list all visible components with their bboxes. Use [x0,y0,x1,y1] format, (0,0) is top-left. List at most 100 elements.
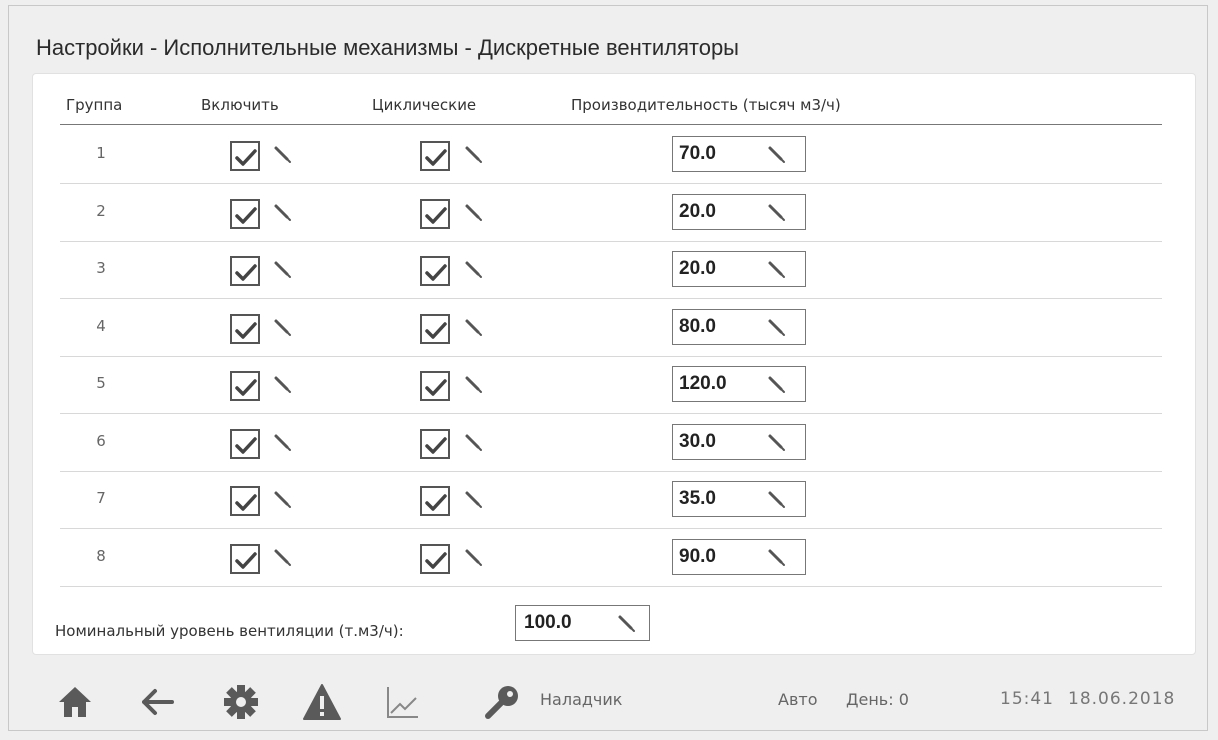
row-divider [60,585,1162,587]
key-icon[interactable] [484,684,520,720]
column-header-enable: Включить [201,96,279,114]
pencil-icon[interactable] [767,318,787,338]
checkmark-icon [235,436,257,454]
pencil-icon[interactable] [464,548,484,568]
group-number: 4 [96,316,106,335]
capacity-value: 90.0 [679,545,716,567]
checkmark-icon [235,321,257,339]
pencil-icon[interactable] [273,490,293,510]
nominal-level-value: 100.0 [524,612,572,633]
capacity-field[interactable]: 30.0 [672,423,806,460]
pencil-icon[interactable] [273,433,293,453]
header-divider [60,124,1162,125]
checkmark-icon [235,206,257,224]
nominal-level-label: Номинальный уровень вентиляции (т.м3/ч): [55,622,404,640]
checkmark-icon [425,206,447,224]
pencil-icon[interactable] [767,375,787,395]
checkmark-icon [425,551,447,569]
table-row: 6 30.0 [0,414,1218,472]
mode-status: Авто [778,690,818,709]
checkmark-icon [425,264,447,281]
checkmark-icon [425,494,447,511]
pencil-icon[interactable] [273,260,293,280]
checkmark-icon [235,551,257,569]
checkmark-icon [425,149,447,166]
pencil-icon[interactable] [273,145,293,165]
cyclic-checkbox[interactable] [420,543,450,574]
pencil-icon[interactable] [767,260,787,280]
nominal-level-field[interactable]: 100.0 [515,605,650,641]
pencil-icon[interactable] [464,375,484,395]
table-row: 1 70.0 [0,126,1218,184]
enable-checkbox[interactable] [230,371,260,401]
capacity-field[interactable]: 35.0 [672,481,806,517]
table-row: 4 80.0 [0,299,1218,357]
group-number: 8 [96,546,106,565]
cyclic-checkbox[interactable] [420,313,450,344]
enable-checkbox[interactable] [230,428,260,459]
home-icon[interactable] [57,684,93,720]
capacity-value: 120.0 [679,373,727,394]
enable-checkbox[interactable] [230,543,260,574]
back-arrow-icon[interactable] [142,688,174,716]
group-number: 2 [96,201,106,220]
cyclic-checkbox[interactable] [420,256,450,286]
cyclic-checkbox[interactable] [420,428,450,459]
capacity-value: 20.0 [679,258,716,279]
checkmark-icon [235,149,257,166]
pencil-icon[interactable] [273,375,293,395]
capacity-field[interactable]: 90.0 [672,538,806,575]
enable-checkbox[interactable] [230,256,260,286]
enable-checkbox[interactable] [230,198,260,229]
clock-date: 18.06.2018 [1068,689,1176,709]
capacity-field[interactable]: 120.0 [672,366,806,402]
capacity-field[interactable]: 20.0 [672,251,806,287]
pencil-icon[interactable] [767,203,787,223]
group-number: 6 [96,431,106,450]
bottom-toolbar: Наладчик Авто День: 0 15:41 18.06.2018 [0,672,1218,732]
pencil-icon[interactable] [464,318,484,338]
table-row: 3 20.0 [0,241,1218,299]
group-number: 3 [96,259,106,277]
checkmark-icon [425,379,447,396]
cyclic-checkbox[interactable] [420,198,450,229]
user-role[interactable]: Наладчик [540,690,622,709]
warning-icon[interactable] [302,683,342,721]
pencil-icon[interactable] [767,490,787,510]
capacity-value: 30.0 [679,430,716,452]
pencil-icon[interactable] [464,490,484,510]
chart-icon[interactable] [386,685,420,719]
enable-checkbox[interactable] [230,486,260,516]
capacity-field[interactable]: 80.0 [672,308,806,345]
cyclic-checkbox[interactable] [420,371,450,401]
pencil-icon[interactable] [464,260,484,280]
enable-checkbox[interactable] [230,141,260,171]
day-status: День: 0 [846,690,909,709]
pencil-icon[interactable] [273,548,293,568]
cyclic-checkbox[interactable] [420,486,450,516]
enable-checkbox[interactable] [230,313,260,344]
capacity-field[interactable]: 20.0 [672,193,806,230]
capacity-value: 80.0 [679,315,716,337]
pencil-icon[interactable] [767,548,787,568]
group-number: 5 [96,374,106,392]
pencil-icon[interactable] [273,203,293,223]
column-header-cyclic: Циклические [372,96,477,114]
pencil-icon[interactable] [617,614,637,634]
column-header-group: Группа [66,96,123,114]
column-header-capacity: Производительность (тысяч м3/ч) [571,96,841,114]
group-number: 7 [96,489,106,507]
pencil-icon[interactable] [767,145,787,165]
pencil-icon[interactable] [464,145,484,165]
pencil-icon[interactable] [464,433,484,453]
gear-icon[interactable] [223,684,259,720]
checkmark-icon [235,494,257,511]
capacity-value: 20.0 [679,200,716,222]
pencil-icon[interactable] [273,318,293,338]
page-title: Настройки - Исполнительные механизмы - Д… [36,35,739,60]
cyclic-checkbox[interactable] [420,141,450,171]
capacity-field[interactable]: 70.0 [672,136,806,172]
checkmark-icon [425,321,447,339]
pencil-icon[interactable] [767,433,787,453]
pencil-icon[interactable] [464,203,484,223]
